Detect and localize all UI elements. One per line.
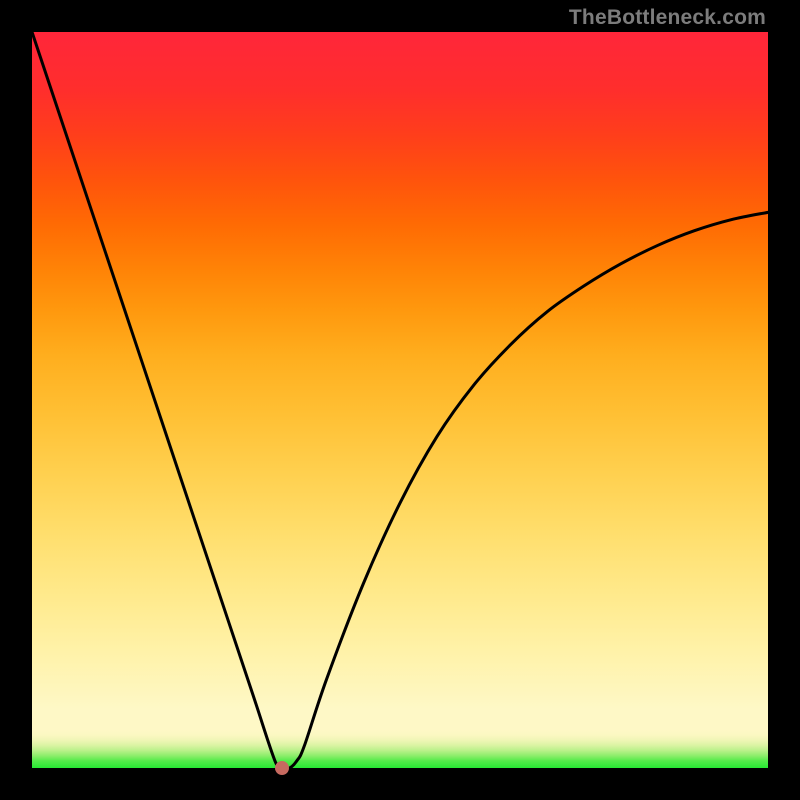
chart-frame: TheBottleneck.com	[0, 0, 800, 800]
bottleneck-curve	[32, 32, 768, 768]
plot-area	[32, 32, 768, 768]
optimal-point-marker	[275, 761, 289, 775]
watermark-text: TheBottleneck.com	[569, 6, 766, 30]
